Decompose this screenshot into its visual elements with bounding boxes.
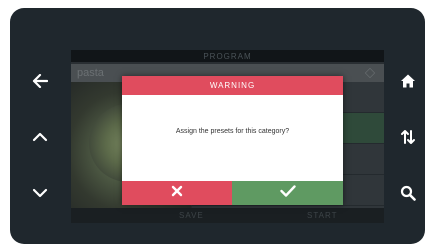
edit-icon [364, 67, 376, 79]
scroll-down-button[interactable] [20, 173, 60, 213]
start-label[interactable]: START [307, 211, 337, 220]
screen-top-bar: PROGRAM [71, 50, 384, 62]
dialog-title: WARNING [209, 81, 256, 90]
search-button[interactable] [388, 173, 425, 213]
sort-button[interactable] [388, 117, 425, 157]
back-button[interactable] [20, 61, 60, 101]
search-icon [400, 185, 416, 201]
cancel-button[interactable] [122, 181, 232, 205]
close-icon [171, 184, 183, 202]
chevron-up-icon [32, 132, 48, 142]
home-icon [400, 73, 416, 89]
scroll-up-button[interactable] [20, 117, 60, 157]
screen-title: PROGRAM [203, 51, 252, 61]
confirm-button[interactable] [232, 181, 343, 205]
screen-bottom-bar: SAVE START [71, 208, 384, 223]
home-button[interactable] [388, 61, 425, 101]
warning-dialog: WARNING Assign the presets for this cate… [122, 76, 343, 205]
dialog-message: Assign the presets for this category? [175, 128, 290, 135]
chevron-down-icon [32, 188, 48, 198]
dialog-header: WARNING [122, 76, 343, 95]
save-label[interactable]: SAVE [179, 211, 204, 220]
sort-arrows-icon [400, 129, 416, 145]
program-name-value: pasta [77, 67, 104, 79]
check-icon [279, 184, 296, 202]
arrow-left-icon [32, 74, 48, 88]
control-panel: PROGRAM pasta SAVE START WARNING Assign … [10, 8, 425, 244]
